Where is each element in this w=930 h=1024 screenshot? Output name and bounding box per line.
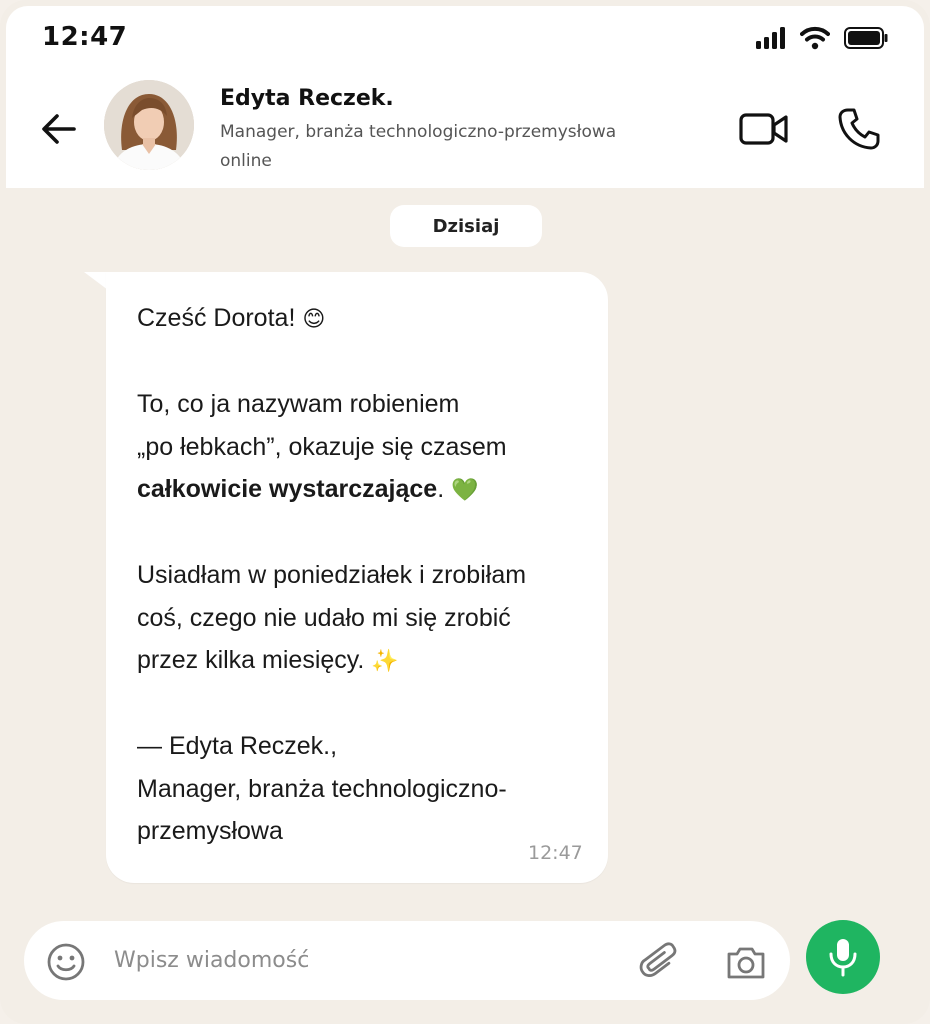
microphone-button[interactable] (806, 920, 880, 994)
chat-screen: 12:47 Edyta Reczek. Manager, branża tech… (0, 0, 930, 1024)
video-call-icon[interactable] (738, 108, 790, 150)
message-line: To, co ja nazywam robieniem (137, 390, 460, 418)
contact-role: Manager, branża technologiczno-przemysło… (220, 122, 617, 142)
message-text: Cześć Dorota! 😊 To, co ja nazywam robien… (137, 297, 599, 853)
message-input[interactable] (114, 940, 614, 980)
status-icons (756, 26, 888, 50)
battery-icon (844, 27, 888, 49)
message-signature: Manager, branża technologiczno- (137, 774, 507, 803)
message-line: przez kilka miesięcy. (137, 646, 365, 674)
message-greeting: Cześć Dorota! (137, 304, 296, 332)
phone-icon[interactable] (836, 106, 882, 152)
paperclip-icon[interactable] (638, 940, 682, 984)
presence-status: online (220, 151, 272, 171)
message-bold-text: całkowicie wystarczające (137, 475, 438, 503)
avatar[interactable] (104, 80, 194, 170)
avatar-photo (104, 80, 194, 170)
emoji-icon[interactable] (46, 942, 86, 982)
date-divider: Dzisiaj (390, 205, 542, 247)
status-time: 12:47 (42, 22, 128, 52)
signal-icon (756, 27, 785, 49)
smile-emoji-icon: 😊 (302, 306, 326, 331)
message-line: Usiadłam w poniedziałek i zrobiłam (137, 561, 527, 589)
camera-icon[interactable] (724, 940, 768, 984)
back-arrow-icon[interactable] (40, 110, 78, 148)
wifi-icon (800, 26, 830, 50)
message-line: coś, czego nie udało mi się zrobić (137, 603, 511, 632)
contact-name: Edyta Reczek. (220, 86, 394, 111)
message-signature: — Edyta Reczek., (137, 732, 338, 760)
green-heart-emoji-icon: 💚 (451, 477, 479, 502)
message-line: „po łebkach”, okazuje się czasem (137, 432, 507, 461)
sparkles-emoji-icon: ✨ (371, 648, 399, 673)
message-time: 12:47 (528, 842, 583, 864)
microphone-icon (829, 939, 857, 977)
